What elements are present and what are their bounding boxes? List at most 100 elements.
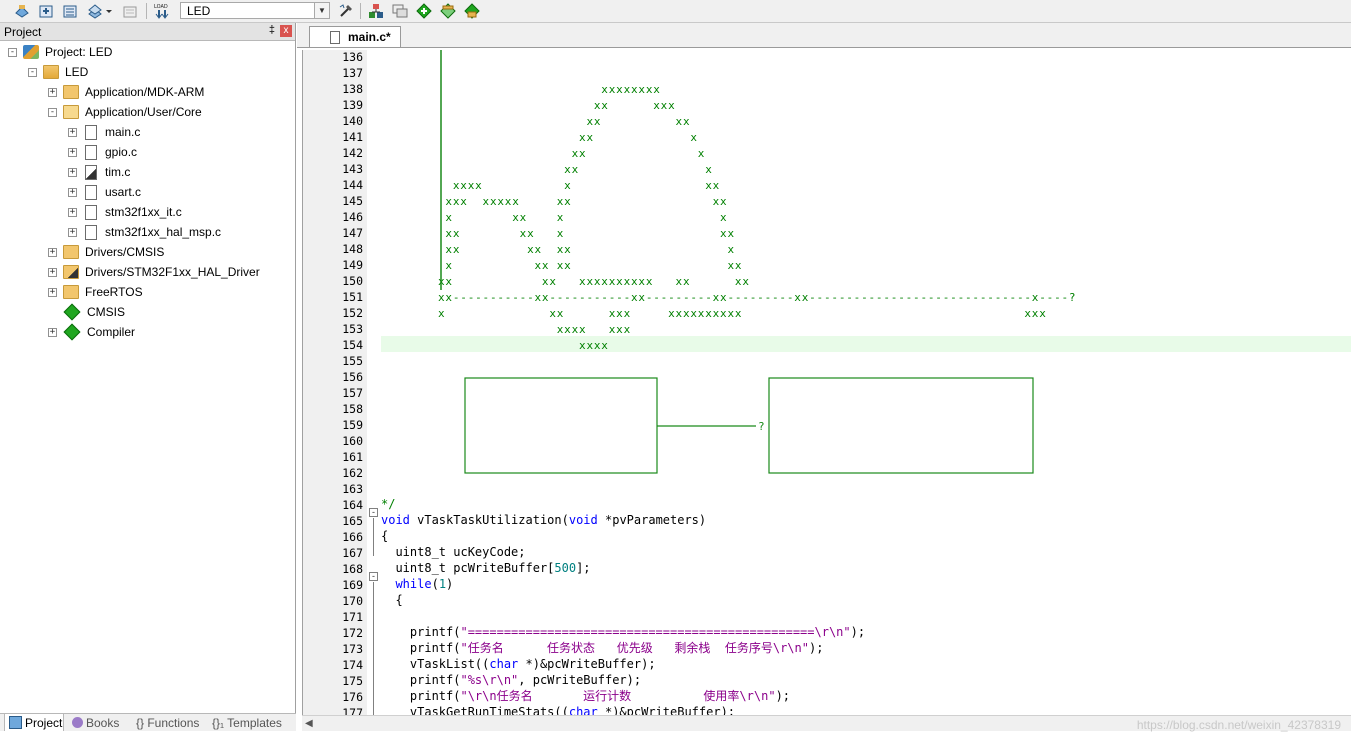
line-number: 146 — [342, 210, 363, 224]
tree-item-file[interactable]: + tim.c — [68, 162, 130, 182]
expand-icon[interactable]: + — [48, 327, 57, 337]
tree-item-component[interactable]: + Compiler — [48, 322, 135, 342]
stop-build-icon[interactable] — [120, 1, 140, 21]
fold-column: - - — [367, 50, 381, 716]
editor: main.c* 136 137 138 139 140 141 142 143 144 145 14… — [297, 23, 1351, 732]
tree-item-file[interactable]: + stm32f1xx_it.c — [68, 202, 182, 222]
code-line: while(1) — [381, 577, 454, 591]
tree-item-file[interactable]: + stm32f1xx_hal_msp.c — [68, 222, 221, 242]
collapse-icon[interactable]: - — [48, 107, 57, 117]
ascii-art-line: xx-----------xx-----------xx---------xx-… — [438, 291, 1077, 304]
project-icon — [23, 45, 39, 59]
tree-item-label: main.c — [105, 125, 141, 139]
tab-project[interactable]: Project — [4, 714, 64, 731]
ascii-art-line: x xx x x — [438, 211, 728, 224]
folder-options-icon — [63, 265, 79, 279]
line-number: 170 — [342, 594, 363, 608]
target-folder-icon — [43, 65, 59, 79]
expand-icon[interactable]: + — [68, 227, 77, 237]
line-number: 163 — [342, 482, 363, 496]
line-number: 136 — [342, 50, 363, 64]
select-packs-icon[interactable] — [438, 1, 458, 21]
tree-item-project[interactable]: - Project: LED — [8, 42, 112, 62]
expand-icon[interactable]: + — [48, 267, 57, 277]
code-line: uint8_t ucKeyCode; — [381, 545, 526, 559]
expand-icon[interactable]: + — [68, 167, 77, 177]
code-line: { — [381, 529, 389, 543]
line-number: 156 — [342, 370, 363, 384]
folder-icon — [63, 85, 79, 99]
code-line: printf("任务名 任务状态 优先级 剩余栈 任务序号\r\n"); — [381, 641, 824, 655]
expand-icon[interactable]: + — [48, 87, 57, 97]
tab-books[interactable]: Books — [68, 714, 126, 731]
download-icon[interactable]: LOAD — [152, 1, 172, 21]
batch-build-icon[interactable] — [86, 1, 114, 21]
tree-item-file[interactable]: + main.c — [68, 122, 140, 142]
tree-item-label: Application/User/Core — [85, 105, 202, 119]
line-number: 172 — [342, 626, 363, 640]
collapse-icon[interactable]: - — [8, 47, 17, 57]
editor-tab-main-c[interactable]: main.c* — [309, 26, 401, 47]
tree-item-group[interactable]: + FreeRTOS — [48, 282, 143, 302]
tree-item-group[interactable]: + Application/MDK-ARM — [48, 82, 204, 102]
close-icon[interactable]: x — [280, 25, 292, 37]
pin-icon[interactable]: ‡ — [269, 24, 275, 36]
books-window-icon[interactable] — [390, 1, 410, 21]
tree-item-component[interactable]: CMSIS — [63, 302, 125, 322]
code-area[interactable]: 136 137 138 139 140 141 142 143 144 145 146 147 148 1… — [302, 50, 1351, 716]
fold-line — [373, 582, 374, 716]
tree-item-file[interactable]: + usart.c — [68, 182, 141, 202]
fold-toggle-icon[interactable]: - — [369, 508, 378, 517]
target-select[interactable]: LED ▼ — [180, 2, 330, 19]
tree-item-group[interactable]: + Drivers/CMSIS — [48, 242, 164, 262]
pack-installer-icon[interactable] — [462, 1, 482, 21]
ascii-art-line: xxxxxxxx — [438, 83, 661, 96]
expand-icon[interactable]: + — [68, 187, 77, 197]
tab-label: {}₁ Templates — [212, 715, 282, 730]
code-line: uint8_t pcWriteBuffer[500]; — [381, 561, 591, 575]
file-icon — [85, 204, 97, 220]
ascii-art-line: xx x — [438, 147, 706, 160]
chevron-down-icon[interactable]: ▼ — [314, 3, 329, 18]
rebuild-icon[interactable] — [60, 1, 80, 21]
line-number: 165 — [342, 514, 363, 528]
translate-icon[interactable] — [12, 1, 32, 21]
expand-icon[interactable]: + — [48, 247, 57, 257]
expand-icon[interactable]: + — [68, 127, 77, 137]
expand-icon[interactable]: + — [68, 207, 77, 217]
tab-templates[interactable]: {}₁ Templates — [210, 714, 292, 731]
tree-item-file[interactable]: + gpio.c — [68, 142, 137, 162]
scroll-left-icon[interactable]: ◀ — [305, 718, 313, 729]
tree-item-label: CMSIS — [87, 305, 126, 319]
folder-icon — [63, 285, 79, 299]
code-line: */ — [381, 497, 396, 511]
diagram-arrow-label: ? — [758, 420, 765, 433]
expand-icon[interactable]: + — [48, 287, 57, 297]
target-options-icon[interactable] — [336, 1, 356, 21]
collapse-icon[interactable]: - — [28, 67, 37, 77]
ascii-art-line: xx xx xxxxxxxxxx xx xx — [438, 275, 750, 288]
manage-rte-icon[interactable] — [414, 1, 434, 21]
tree-item-group[interactable]: - Application/User/Core — [48, 102, 202, 122]
tree-item-label: FreeRTOS — [85, 285, 143, 299]
horizontal-scrollbar[interactable]: ◀ https://blog.csdn.net/weixin_42378319 — [302, 715, 1351, 732]
tree-item-group[interactable]: + Drivers/STM32F1xx_HAL_Driver — [48, 262, 260, 282]
fold-toggle-icon[interactable]: - — [369, 572, 378, 581]
line-number: 140 — [342, 114, 363, 128]
line-number: 167 — [342, 546, 363, 560]
build-icon[interactable] — [36, 1, 56, 21]
line-number: 151 — [342, 290, 363, 304]
file-icon — [85, 124, 97, 140]
svg-text:LOAD: LOAD — [154, 4, 168, 10]
ascii-art-line: x xx xxx xxxxxxxxxx xxx — [438, 307, 1047, 320]
fold-line — [373, 518, 374, 556]
manage-project-icon[interactable] — [366, 1, 386, 21]
code-line: printf("================================… — [381, 625, 866, 639]
tree-item-target[interactable]: - LED — [28, 62, 88, 82]
tab-functions[interactable]: {} Functions — [132, 714, 206, 731]
expand-icon[interactable]: + — [68, 147, 77, 157]
line-number: 171 — [342, 610, 363, 624]
line-number: 173 — [342, 642, 363, 656]
component-icon — [63, 303, 81, 321]
editor-tabstrip: main.c* — [297, 23, 1351, 48]
